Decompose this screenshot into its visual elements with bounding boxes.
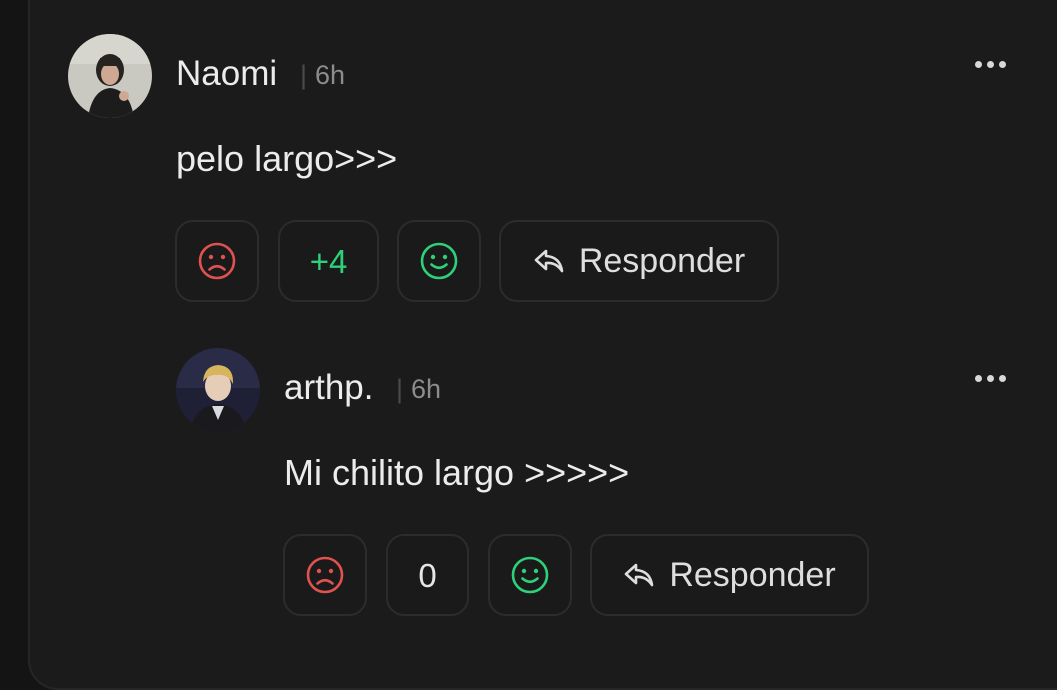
comment-text: pelo largo>>> xyxy=(176,138,398,179)
reply-button[interactable]: Responder xyxy=(499,220,779,302)
smile-face-icon xyxy=(420,242,458,280)
more-dots-icon[interactable] xyxy=(972,52,1012,76)
sad-face-icon xyxy=(198,242,236,280)
like-button[interactable] xyxy=(397,220,481,302)
comment-text: Mi chilito largo >>>>> xyxy=(284,452,630,493)
reply-arrow-icon xyxy=(625,563,654,587)
comment-meta: | 6h xyxy=(396,376,441,403)
comment-author[interactable]: arthp. xyxy=(284,370,374,405)
score-value: 0 xyxy=(418,556,437,594)
avatar[interactable] xyxy=(68,34,152,118)
reply-label: Responder xyxy=(669,556,836,594)
sad-face-icon xyxy=(306,556,344,594)
score-badge: 0 xyxy=(386,534,469,616)
dislike-button[interactable] xyxy=(283,534,367,616)
comment-meta: | 6h xyxy=(300,62,345,89)
meta-separator: | xyxy=(396,374,404,404)
score-badge: +4 xyxy=(278,220,379,302)
like-button[interactable] xyxy=(488,534,572,616)
more-dots-icon[interactable] xyxy=(972,366,1012,390)
avatar[interactable] xyxy=(176,348,260,432)
comment-author[interactable]: Naomi xyxy=(176,56,277,91)
dislike-button[interactable] xyxy=(175,220,259,302)
reply-button[interactable]: Responder xyxy=(590,534,869,616)
smile-face-icon xyxy=(511,556,549,594)
comment-timestamp: 6h xyxy=(411,374,442,404)
meta-separator: | xyxy=(300,60,308,90)
reply-label: Responder xyxy=(578,242,746,280)
reply-arrow-icon xyxy=(534,249,564,273)
comment-timestamp: 6h xyxy=(315,60,346,90)
score-value: +4 xyxy=(309,242,348,280)
